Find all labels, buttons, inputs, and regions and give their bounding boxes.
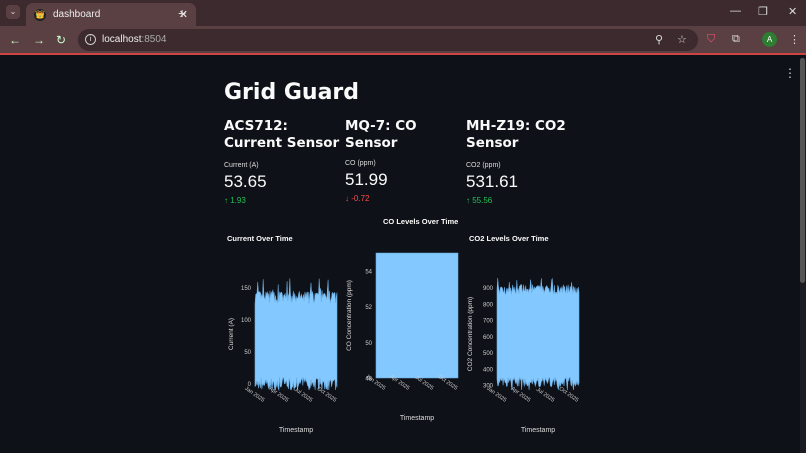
forward-icon[interactable]: →: [33, 33, 45, 47]
metric-label: Current (A): [224, 162, 259, 169]
y-tick-label: 900: [483, 286, 494, 292]
y-tick-label: 600: [483, 335, 494, 341]
bookmark-star-icon[interactable]: ☆: [677, 33, 687, 46]
extension-shield-icon[interactable]: ⛉: [707, 33, 715, 46]
metric-delta: ↑ 55.56: [466, 196, 493, 205]
scrollbar[interactable]: [800, 58, 806, 453]
x-tick-label: Jul 2025: [535, 387, 555, 404]
x-axis-label: Timestamp: [521, 427, 555, 434]
x-tick-label: Jan 2025: [485, 386, 507, 404]
metric-delta: ↑ 1.93: [224, 196, 246, 205]
sensor-card-co: MQ-7: CO Sensor CO (ppm) 51.99 ↓ -0.72: [345, 118, 465, 203]
x-axis-label: Timestamp: [279, 427, 313, 434]
x-tick-label: Apr 2025: [510, 386, 532, 404]
close-window-button[interactable]: ✕: [788, 5, 797, 18]
data-area: [254, 278, 338, 392]
metric-value: 531.61: [466, 172, 518, 191]
chart-title: Current Over Time: [227, 234, 293, 243]
y-axis-label: Current (A): [228, 318, 235, 350]
y-tick-label: 800: [483, 302, 494, 308]
y-tick-label: 100: [241, 318, 252, 324]
restore-button[interactable]: ❐: [758, 5, 768, 18]
chart-title: CO2 Levels Over Time: [469, 234, 549, 243]
browser-menu-icon[interactable]: ⋮: [789, 33, 800, 46]
app-menu-icon[interactable]: ⋮: [784, 66, 796, 80]
data-area: [496, 277, 580, 391]
back-icon[interactable]: ←: [9, 33, 21, 47]
y-tick-label: 50: [244, 350, 251, 356]
zoom-icon[interactable]: ⚲: [655, 33, 663, 46]
y-tick-label: 50: [365, 341, 372, 347]
y-tick-label: 700: [483, 319, 494, 325]
y-tick-label: 52: [365, 305, 372, 311]
data-area: [375, 252, 459, 379]
y-axis-label: CO Concentration (ppm): [346, 280, 353, 351]
current-chart[interactable]: Current Over Time050100150Jan 2025 Apr 20…: [222, 230, 344, 442]
sensor-heading: MQ-7: CO Sensor: [345, 118, 417, 151]
new-tab-button[interactable]: +: [178, 5, 186, 21]
sensor-card-current: ACS712: Current Sensor Current (A) 53.65…: [224, 118, 344, 205]
tab-search-button[interactable]: ⌄: [6, 5, 20, 19]
page-title: Grid Guard: [224, 80, 360, 105]
sensor-heading: ACS712: Current Sensor: [224, 118, 340, 151]
y-tick-label: 150: [241, 286, 252, 292]
y-axis-label: CO2 Concentration (ppm): [467, 297, 474, 371]
metric-value: 53.65: [224, 172, 267, 191]
co2-chart[interactable]: CO2 Levels Over Time30040050060070080090…: [464, 230, 586, 442]
tab-title: dashboard: [53, 9, 101, 20]
sensor-heading: MH-Z19: CO2 Sensor: [466, 118, 566, 151]
url-input[interactable]: i localhost:8504: [78, 29, 698, 51]
co-chart[interactable]: CO Levels Over Time48505254Jan 2025 Apr 2…: [343, 213, 465, 425]
y-tick-label: 500: [483, 351, 494, 357]
y-tick-label: 400: [483, 367, 494, 373]
address-bar-row: ← → ↻ i localhost:8504 ⚲ ☆ ⛉ ⧉ A ⋮: [0, 26, 806, 55]
streamlit-icon: 👑: [34, 8, 46, 21]
chart-title: CO Levels Over Time: [383, 217, 458, 226]
reload-icon[interactable]: ↻: [56, 33, 66, 47]
url-host: localhost: [102, 34, 142, 45]
x-tick-label: Jul 2025: [293, 387, 313, 404]
y-tick-label: 54: [365, 269, 372, 275]
metric-delta: ↓ -0.72: [345, 194, 370, 203]
tab-bar: ⌄ 👑 dashboard ✕ + — ❐ ✕: [0, 0, 806, 26]
sensor-card-co2: MH-Z19: CO2 Sensor CO2 (ppm) 531.61 ↑ 55…: [466, 118, 586, 205]
metric-label: CO (ppm): [345, 160, 376, 167]
profile-avatar[interactable]: A: [762, 32, 777, 47]
url-port: :8504: [141, 34, 167, 45]
x-axis-label: Timestamp: [400, 415, 434, 422]
extensions-icon[interactable]: ⧉: [732, 33, 740, 46]
site-info-icon[interactable]: i: [85, 34, 96, 45]
metric-value: 51.99: [345, 170, 388, 189]
metric-label: CO2 (ppm): [466, 162, 501, 169]
x-tick-label: Oct 2025: [558, 386, 580, 404]
browser-tab[interactable]: 👑 dashboard ✕: [26, 3, 196, 26]
minimize-button[interactable]: —: [730, 5, 741, 17]
